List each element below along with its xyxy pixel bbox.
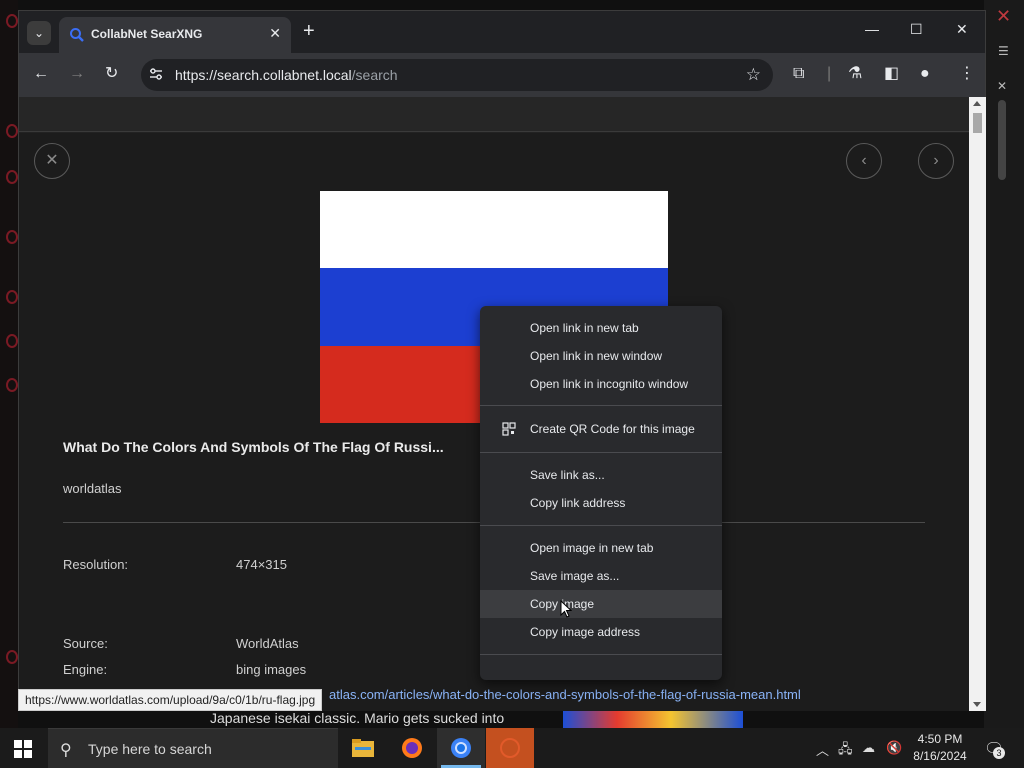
scroll-down-icon[interactable]	[973, 702, 981, 707]
resolution-value: 474×315	[236, 557, 287, 572]
taskbar-search[interactable]: ⚲ Type here to search	[48, 728, 338, 768]
menu-save-image-as[interactable]: Save image as...	[480, 562, 722, 590]
clock[interactable]: 4:50 PM 8/16/2024	[912, 731, 968, 765]
maximize-icon[interactable]: ☐	[910, 21, 923, 38]
menu-copy-link-address[interactable]: Copy link address	[480, 489, 722, 517]
close-icon[interactable]: ✕	[996, 6, 1011, 27]
menu-open-link-new-window[interactable]: Open link in new window	[480, 342, 722, 370]
side-panel-icon[interactable]: ◧	[884, 65, 899, 83]
tab-title: CollabNet SearXNG	[91, 27, 203, 41]
status-bubble: https://www.worldatlas.com/upload/9a/c0/…	[18, 689, 323, 711]
flag-stripe-white	[320, 191, 668, 269]
address-bar[interactable]: https://search.collabnet.local/search ☆	[141, 59, 773, 91]
reload-icon[interactable]: ↻	[105, 65, 118, 83]
menu-separator	[480, 654, 722, 655]
file-explorer-icon[interactable]	[338, 728, 386, 768]
search-header	[19, 97, 969, 132]
sliders-icon[interactable]: ☰	[998, 44, 1009, 58]
engine-label: Engine:	[63, 662, 108, 677]
toolbar: ← → ↻ https://search.collabnet.local/sea…	[19, 53, 985, 97]
site-settings-icon[interactable]	[149, 67, 163, 81]
firefox-icon[interactable]	[388, 728, 436, 768]
window-close-icon[interactable]: ✕	[956, 21, 968, 38]
background-article-text: Japanese isekai classic. Mario gets suck…	[210, 710, 505, 726]
menu-create-qr-code-label: Create QR Code for this image	[530, 422, 695, 436]
kebab-menu-icon[interactable]: ⋮	[959, 65, 975, 83]
page-scrollbar[interactable]	[969, 97, 986, 711]
next-image-button[interactable]: ›	[918, 143, 954, 179]
clock-date: 8/16/2024	[913, 749, 967, 763]
menu-open-image-new-tab[interactable]: Open image in new tab	[480, 534, 722, 562]
forward-arrow-icon[interactable]: →	[69, 65, 85, 83]
menu-separator	[480, 525, 722, 526]
url-text[interactable]: https://search.collabnet.local/search	[175, 67, 398, 83]
search-icon: ⚲	[60, 742, 72, 759]
menu-create-qr-code[interactable]: Create QR Code for this image	[480, 415, 722, 443]
onedrive-icon[interactable]: ☁	[862, 740, 875, 756]
notification-icon[interactable]: 🗨3	[984, 739, 1005, 759]
mouse-cursor-icon	[560, 600, 572, 618]
background-window-left	[0, 0, 18, 728]
puzzle-icon[interactable]: ⧉	[793, 65, 804, 83]
qr-code-icon	[502, 422, 516, 436]
result-link[interactable]: atlas.com/articles/what-do-the-colors-an…	[329, 687, 801, 702]
background-article-image	[563, 708, 743, 728]
notification-count: 3	[993, 747, 1005, 759]
person-icon[interactable]: ●	[920, 65, 930, 83]
chevron-up-icon[interactable]: ︿	[816, 740, 829, 759]
menu-open-link-new-tab[interactable]: Open link in new tab	[480, 314, 722, 342]
scroll-up-icon[interactable]	[973, 101, 981, 106]
resolution-label: Resolution:	[63, 557, 129, 572]
minimize-icon[interactable]: —	[865, 21, 879, 37]
result-title[interactable]: What Do The Colors And Symbols Of The Fl…	[63, 439, 444, 455]
background-window-right: ✕ ☰ ✕	[984, 0, 1024, 728]
close-tab-icon[interactable]: ✕	[269, 25, 281, 42]
taskbar-search-placeholder: Type here to search	[88, 741, 212, 757]
back-arrow-icon[interactable]: ←	[33, 65, 49, 83]
flask-icon[interactable]: ⚗	[848, 65, 862, 83]
engine-value: bing images	[236, 662, 307, 677]
background-article: Japanese isekai classic. Mario gets suck…	[190, 708, 890, 728]
url-host: https://search.collabnet.local	[175, 67, 352, 83]
search-icon	[70, 28, 84, 42]
source-value: WorldAtlas	[236, 636, 299, 651]
menu-separator	[480, 452, 722, 453]
menu-separator	[480, 405, 722, 406]
app-icon[interactable]	[486, 728, 534, 768]
scroll-thumb[interactable]	[973, 113, 982, 133]
chevron-down-icon[interactable]: ⌄	[27, 21, 51, 45]
chrome-icon[interactable]	[437, 728, 485, 768]
result-site: worldatlas	[63, 481, 122, 496]
menu-open-link-incognito[interactable]: Open link in incognito window	[480, 370, 722, 398]
new-tab-button[interactable]: +	[303, 21, 315, 41]
network-icon[interactable]: 🖧	[838, 740, 853, 762]
tab-searxng[interactable]: CollabNet SearXNG ✕	[59, 17, 291, 53]
close-icon[interactable]: ✕	[997, 79, 1007, 93]
scrollbar[interactable]	[998, 100, 1006, 180]
clock-time: 4:50 PM	[917, 732, 963, 746]
previous-image-button[interactable]: ‹	[846, 143, 882, 179]
close-detail-button[interactable]: ✕	[34, 143, 70, 179]
star-icon[interactable]: ☆	[746, 65, 761, 85]
windows-start-icon[interactable]	[14, 740, 32, 758]
menu-save-link-as[interactable]: Save link as...	[480, 461, 722, 489]
menu-copy-image-address[interactable]: Copy image address	[480, 618, 722, 646]
source-label: Source:	[63, 636, 108, 651]
menu-copy-image[interactable]: Copy image	[480, 590, 722, 618]
tab-strip: ⌄ CollabNet SearXNG ✕ + — ☐ ✕	[19, 11, 985, 53]
toolbar-divider: |	[827, 65, 832, 82]
context-menu: Open link in new tab Open link in new wi…	[480, 306, 722, 680]
taskbar: ⚲ Type here to search ︿ 🖧 ☁ 🔇 4:50 PM 8/…	[0, 728, 1024, 768]
volume-muted-icon[interactable]: 🔇	[886, 740, 902, 756]
url-path: /search	[351, 67, 398, 83]
